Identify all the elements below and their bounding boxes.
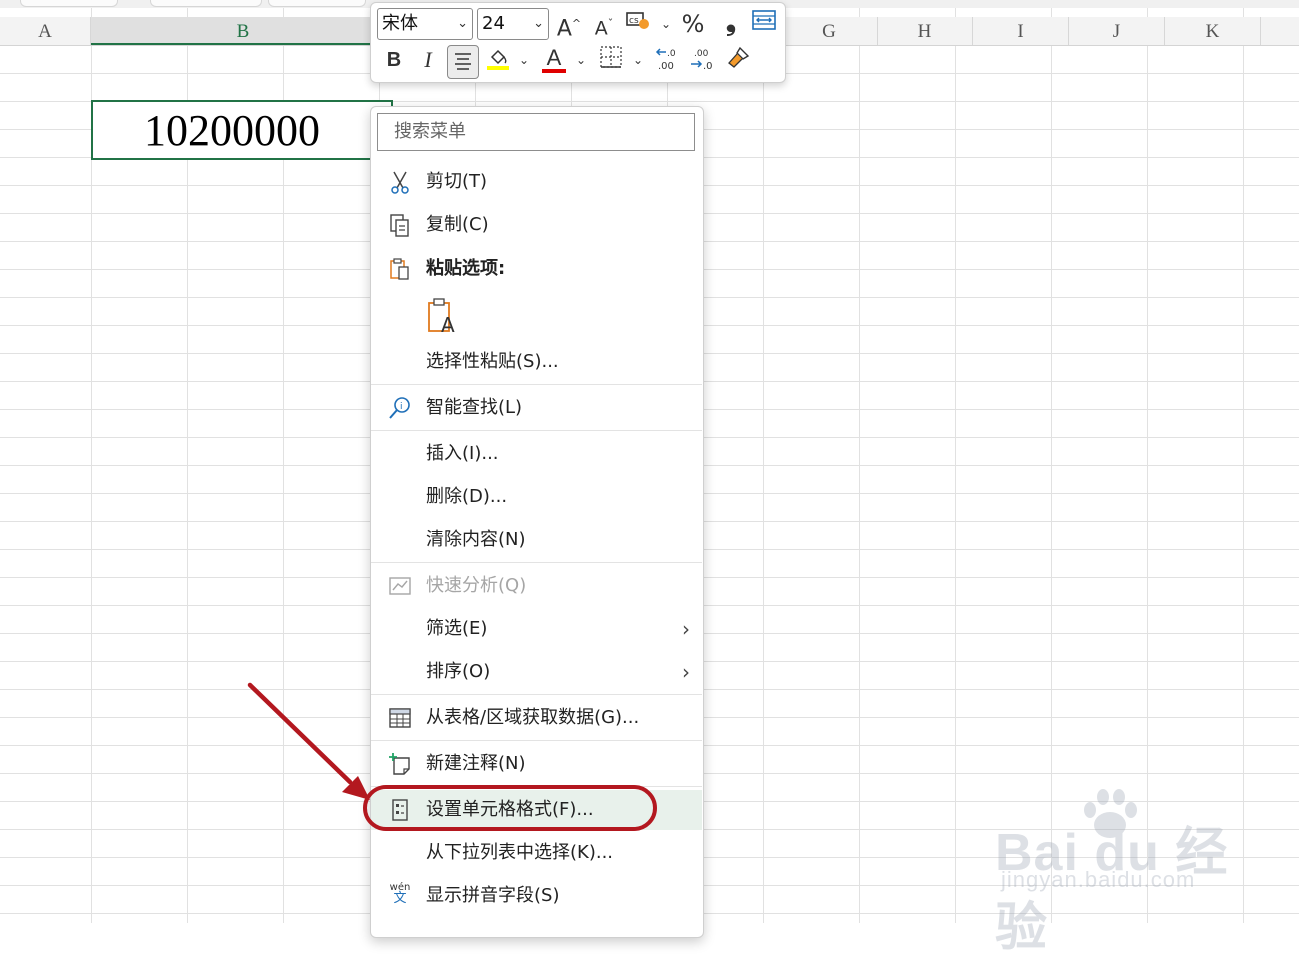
watermark-url: jingyan.baidu.com [1001,867,1196,892]
baidu-watermark: Bai du 经验 jingyan.baidu.com [995,785,1255,957]
